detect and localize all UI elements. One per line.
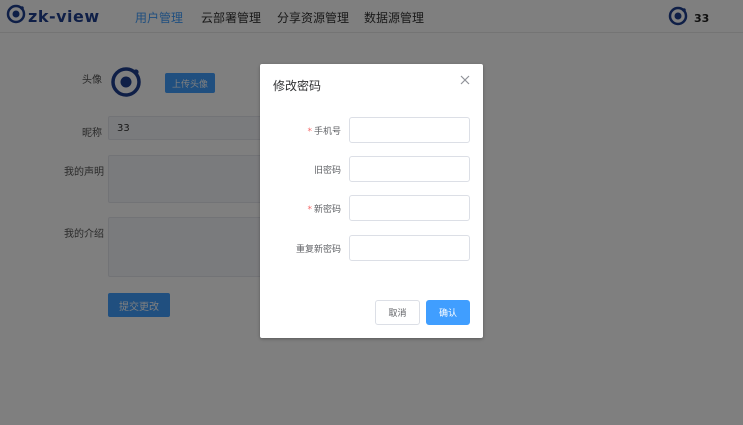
change-password-dialog: 修改密码 * 手机号 旧密码 * 新密码 重复新密码 取消 确认 <box>260 64 483 338</box>
new-password-input[interactable] <box>349 195 470 221</box>
required-mark: * <box>307 127 312 137</box>
phone-label: * 手机号 <box>307 127 341 137</box>
repeat-password-input[interactable] <box>349 235 470 261</box>
close-icon[interactable] <box>459 74 471 86</box>
new-password-label: * 新密码 <box>307 205 341 215</box>
old-password-input[interactable] <box>349 156 470 182</box>
confirm-button[interactable]: 确认 <box>426 300 470 325</box>
cancel-button[interactable]: 取消 <box>375 300 420 325</box>
old-password-row: 旧密码 <box>260 156 483 182</box>
new-password-row: * 新密码 <box>260 195 483 221</box>
repeat-password-label: 重复新密码 <box>295 245 341 255</box>
phone-input[interactable] <box>349 117 470 143</box>
required-mark: * <box>307 205 312 215</box>
dialog-title: 修改密码 <box>273 79 322 93</box>
old-password-label: 旧密码 <box>313 166 341 176</box>
repeat-password-row: 重复新密码 <box>260 235 483 261</box>
phone-row: * 手机号 <box>260 117 483 143</box>
